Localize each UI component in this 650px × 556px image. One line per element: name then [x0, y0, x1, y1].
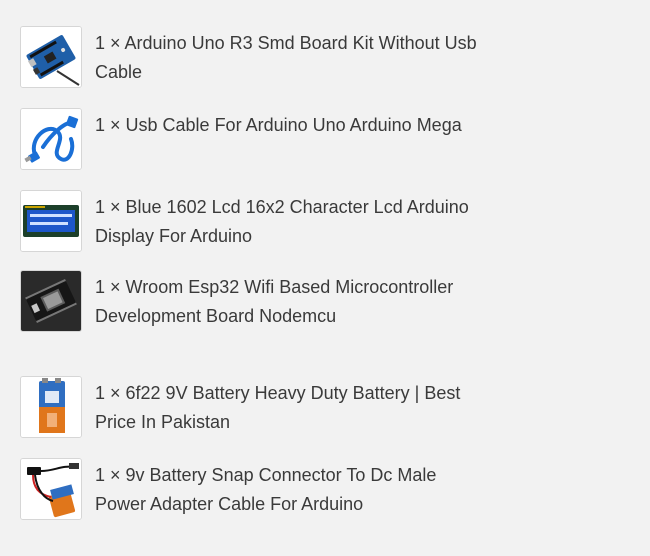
item-title: 1 × Wroom Esp32 Wifi Based Microcontroll…: [95, 277, 454, 326]
battery-snap-connector-icon: [21, 459, 81, 519]
item-title: 1 × Blue 1602 Lcd 16x2 Character Lcd Ard…: [95, 197, 469, 246]
product-thumbnail: [20, 270, 82, 332]
esp32-board-icon: [21, 271, 81, 331]
lcd-display-icon: [21, 191, 81, 251]
arduino-board-icon: [21, 27, 81, 87]
item-title: 1 × 9v Battery Snap Connector To Dc Male…: [95, 465, 437, 514]
item-title: 1 × Arduino Uno R3 Smd Board Kit Without…: [95, 33, 477, 82]
battery-9v-icon: [21, 377, 81, 437]
product-thumbnail: [20, 376, 82, 438]
item-title: 1 × 6f22 9V Battery Heavy Duty Battery |…: [95, 383, 461, 432]
item-title: 1 × Usb Cable For Arduino Uno Arduino Me…: [95, 115, 462, 135]
usb-cable-icon: [21, 109, 81, 169]
product-thumbnail: [20, 190, 82, 252]
cut-off-text: - - - -: [95, 0, 141, 9]
product-thumbnail: [20, 458, 82, 520]
product-thumbnail: [20, 108, 82, 170]
product-thumbnail: [20, 26, 82, 88]
